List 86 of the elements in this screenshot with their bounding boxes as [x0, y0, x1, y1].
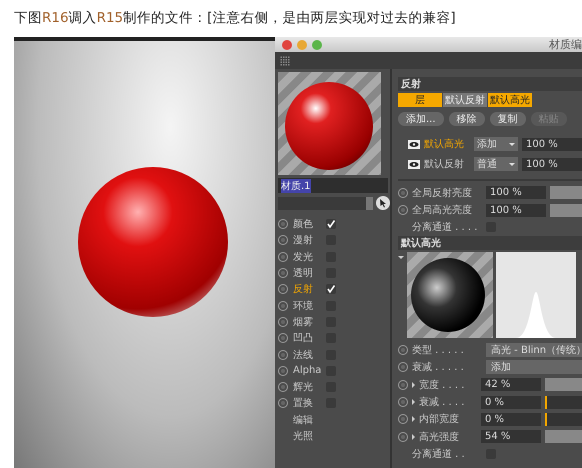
layer-label[interactable]: 默认高光 — [424, 137, 470, 151]
minimize-icon[interactable] — [297, 40, 307, 50]
channel-label[interactable]: 发光 — [293, 250, 321, 264]
caption-text: 下图R16调入R15制作的文件：[注意右侧，是由两层实现对过去的兼容] — [13, 9, 457, 28]
channel-label[interactable]: 凹凸 — [293, 331, 321, 346]
layer-tab[interactable]: 层 — [398, 93, 442, 107]
type-dropdown[interactable]: 添加 — [486, 360, 582, 374]
property-label: 类型 . . . . . — [412, 344, 465, 357]
property-label: 全局高光亮度 — [412, 204, 473, 218]
channel-label[interactable]: 置换 — [293, 396, 321, 410]
property-label: 分离通道 . . — [412, 448, 466, 462]
close-icon[interactable] — [282, 40, 292, 50]
expand-icon[interactable] — [412, 434, 415, 440]
channel-label[interactable]: 烟雾 — [293, 314, 321, 329]
value-field[interactable]: 0 % — [481, 412, 541, 426]
property-label: 分离通道 . . . . — [412, 220, 478, 234]
circle-icon[interactable] — [398, 380, 408, 390]
property-label: 全局反射亮度 — [412, 186, 473, 200]
value-field[interactable]: 100 % — [522, 158, 582, 170]
circle-icon[interactable] — [398, 205, 408, 216]
value-field[interactable]: 0 % — [481, 396, 541, 409]
circle-icon[interactable] — [398, 188, 408, 198]
circle-icon[interactable] — [398, 432, 408, 442]
grip-icon[interactable] — [280, 56, 290, 66]
circle-icon[interactable] — [278, 268, 288, 278]
circle-icon[interactable] — [398, 344, 408, 355]
toolbar-button[interactable]: 复制 — [490, 112, 526, 126]
channel-label[interactable]: 漫射 — [293, 233, 321, 248]
zoom-icon[interactable] — [312, 40, 322, 50]
channel-label[interactable]: 法线 — [293, 348, 321, 362]
channel-label[interactable]: Alpha — [293, 365, 321, 376]
channel-label[interactable]: 颜色 — [293, 217, 321, 232]
channel-label[interactable]: 反射 — [293, 282, 321, 296]
property-label: 衰减 . . . . — [419, 396, 466, 410]
slider-fill[interactable] — [545, 430, 582, 444]
layer-tab[interactable]: 默认高光 — [488, 93, 532, 107]
layer-tab[interactable]: 默认反射 — [443, 93, 487, 107]
layer-label[interactable]: 默认反射 — [424, 157, 470, 171]
circle-icon[interactable] — [278, 235, 288, 246]
expand-icon[interactable] — [412, 416, 415, 422]
value-field[interactable]: 100 % — [522, 138, 582, 150]
circle-icon[interactable] — [278, 300, 288, 311]
value-field[interactable]: 42 % — [481, 378, 541, 392]
window-title: 材质编 — [549, 37, 582, 52]
property-label: 宽度 . . . . — [419, 378, 466, 392]
dropdown-field[interactable] — [278, 196, 366, 210]
circle-icon[interactable] — [278, 350, 288, 360]
channel-label[interactable]: 光照 — [293, 429, 321, 443]
section-header: 默认高光 — [398, 236, 582, 250]
eye-icon[interactable] — [408, 140, 420, 148]
checkbox[interactable] — [326, 284, 336, 294]
channel-label[interactable]: 辉光 — [293, 380, 321, 394]
mode-dropdown[interactable]: 添加 — [474, 137, 518, 151]
slider-fill[interactable] — [545, 378, 582, 392]
property-label: 衰减 . . . . . — [412, 360, 465, 374]
value-field[interactable]: 100 % — [486, 186, 546, 200]
property-label: 高光强度 — [419, 430, 460, 444]
circle-icon[interactable] — [278, 316, 288, 327]
channel-label[interactable]: 编辑 — [293, 412, 321, 427]
circle-icon[interactable] — [398, 414, 408, 424]
type-dropdown[interactable]: 高光 - Blinn（传统） — [486, 342, 582, 357]
circle-icon[interactable] — [278, 284, 288, 294]
expand-icon[interactable] — [412, 382, 415, 388]
circle-icon[interactable] — [278, 252, 288, 262]
section-header: 反射 — [398, 77, 582, 91]
circle-icon[interactable] — [278, 333, 288, 344]
circle-icon[interactable] — [278, 366, 288, 376]
value-field[interactable]: 100 % — [486, 204, 546, 217]
expand-icon[interactable] — [412, 399, 415, 406]
circle-icon[interactable] — [398, 362, 408, 372]
toolbar-button[interactable]: 移除 — [448, 112, 485, 126]
name-field[interactable]: 材质.1 — [278, 178, 388, 193]
value-field[interactable]: 54 % — [481, 430, 541, 444]
circle-icon[interactable] — [278, 398, 288, 408]
circle-icon[interactable] — [278, 382, 288, 392]
circle-icon[interactable] — [278, 219, 288, 230]
toolbar-button[interactable]: 添加... — [398, 112, 444, 126]
circle-icon[interactable] — [398, 397, 408, 408]
eye-icon[interactable] — [408, 160, 420, 168]
mode-dropdown[interactable]: 普通 — [474, 157, 518, 171]
property-label: 内部宽度 — [419, 412, 460, 426]
arrow-button[interactable] — [366, 196, 373, 210]
checkbox[interactable] — [326, 219, 336, 230]
channel-label[interactable]: 环境 — [293, 298, 321, 313]
cursor-icon[interactable] — [376, 196, 390, 210]
channel-label[interactable]: 透明 — [293, 266, 321, 280]
